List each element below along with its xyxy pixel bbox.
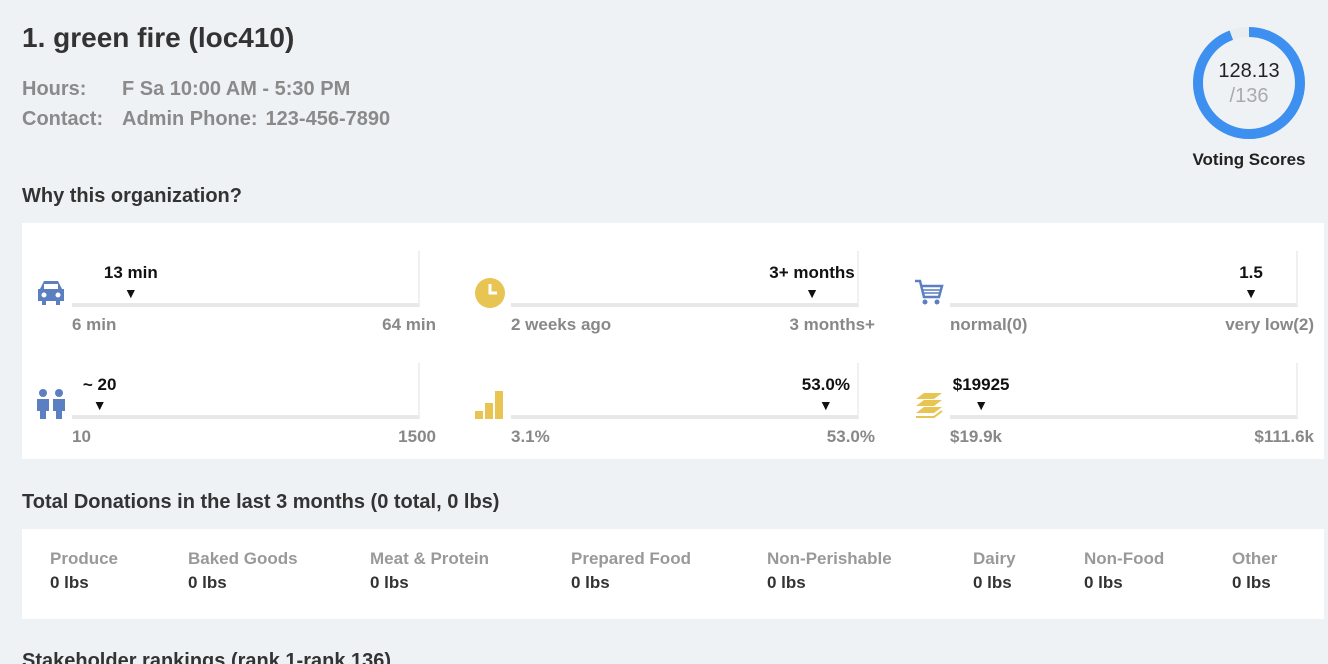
metric-low: 6 min [72, 315, 117, 334]
metric-value: 3+ months [769, 263, 855, 282]
metric-high: 3 months+ [789, 315, 876, 334]
metric-high: 64 min [382, 315, 436, 334]
metric-value: 13 min [103, 263, 158, 282]
clock-icon [473, 275, 507, 309]
metric-marker: ~ 20 ▼ [83, 375, 117, 413]
metric-food-access: 1.5 ▼ normal(0) very low(2) [900, 235, 1320, 335]
car-icon [34, 275, 68, 309]
donation-value: 0 lbs [1084, 573, 1123, 592]
donation-value: 0 lbs [188, 573, 227, 592]
hours-label: Hours: [22, 78, 87, 100]
donation-value: 0 lbs [370, 573, 409, 592]
metric-value: 53.0% [801, 375, 850, 394]
contact-phone: 123-456-7890 [265, 108, 391, 130]
score-value: 128.13 [1218, 60, 1280, 82]
bar-chart-icon [473, 387, 507, 421]
page-title: 1. green fire (loc410) [22, 22, 295, 53]
score-ring [1193, 27, 1305, 139]
metric-travel-time: 13 min ▼ 6 min 64 min [22, 235, 442, 335]
metric-last-donation: 3+ months ▼ 2 weeks ago 3 months+ [461, 235, 881, 335]
score-ring-progress [1193, 27, 1305, 139]
donation-non-perishable: Non-Perishable 0 lbs [767, 549, 892, 593]
metric-low: 2 weeks ago [511, 315, 612, 334]
metric-track: 13 min ▼ [72, 251, 420, 307]
donations-title: Total Donations in the last 3 months (0 … [22, 491, 500, 513]
donation-label: Dairy [973, 549, 1016, 568]
donation-other: Other 0 lbs [1232, 549, 1277, 593]
donation-label: Prepared Food [571, 549, 691, 568]
metric-high: very low(2) [1225, 315, 1314, 334]
donation-label: Meat & Protein [370, 549, 490, 568]
metric-track: 53.0% ▼ [511, 363, 859, 419]
donation-label: Non-Food [1084, 549, 1165, 568]
metric-value: $19925 [952, 375, 1010, 394]
why-title: Why this organization? [22, 185, 242, 207]
score-label: Voting Scores [1192, 150, 1306, 169]
hours-value: F Sa 10:00 AM - 5:30 PM [122, 78, 351, 100]
metrics-card: 13 min ▼ 6 min 64 min 3+ months ▼ 2 week… [22, 223, 1324, 459]
metric-track: 3+ months ▼ [511, 251, 859, 307]
hours-row: Hours: F Sa 10:00 AM - 5:30 PM [22, 78, 350, 101]
down-triangle-icon: ▼ [818, 397, 833, 413]
donation-baked-goods: Baked Goods 0 lbs [188, 549, 298, 593]
metric-low: 3.1% [511, 427, 550, 446]
metric-track: 1.5 ▼ [950, 251, 1298, 307]
metric-track: ~ 20 ▼ [72, 363, 420, 419]
down-triangle-icon: ▼ [805, 285, 819, 301]
donations-card: Produce 0 lbs Baked Goods 0 lbs Meat & P… [22, 529, 1324, 619]
donation-meat-protein: Meat & Protein 0 lbs [370, 549, 489, 593]
metric-value: 1.5 [1239, 263, 1263, 282]
down-triangle-icon: ▼ [123, 285, 138, 301]
donation-label: Produce [50, 549, 119, 568]
donation-label: Non-Perishable [767, 549, 892, 568]
contact-row: Contact: Admin Phone: 123-456-7890 [22, 108, 390, 131]
metric-low: 10 [72, 427, 91, 446]
down-triangle-icon: ▼ [92, 397, 107, 413]
contact-label: Contact: [22, 108, 104, 130]
contact-type: Admin Phone: [122, 108, 258, 130]
metric-value: ~ 20 [82, 375, 117, 394]
donation-produce: Produce 0 lbs [50, 549, 118, 593]
down-triangle-icon: ▼ [974, 397, 989, 413]
metric-track: $19925 ▼ [950, 363, 1298, 419]
cart-icon [912, 275, 946, 309]
metric-marker: 3+ months ▼ [769, 263, 855, 301]
metric-population: ~ 20 ▼ 10 1500 [22, 347, 442, 447]
donation-value: 0 lbs [767, 573, 806, 592]
donation-label: Baked Goods [188, 549, 298, 568]
metric-high: $111.6k [1254, 427, 1314, 446]
metric-marker: $19925 ▼ [953, 375, 1010, 413]
metric-marker: 13 min ▼ [104, 263, 158, 301]
donation-prepared-food: Prepared Food 0 lbs [571, 549, 691, 593]
donation-value: 0 lbs [50, 573, 89, 592]
donation-dairy: Dairy 0 lbs [973, 549, 1016, 593]
metric-income: $19925 ▼ $19.9k $111.6k [900, 347, 1320, 447]
money-stack-icon [912, 387, 946, 421]
metric-marker: 53.0% ▼ [802, 375, 850, 413]
score-max: /136 [1229, 85, 1269, 107]
donation-value: 0 lbs [1232, 573, 1271, 592]
stakeholder-title: Stakeholder rankings (rank 1-rank 136) [22, 650, 392, 664]
metric-low: normal(0) [950, 315, 1028, 334]
donation-non-food: Non-Food 0 lbs [1084, 549, 1164, 593]
metric-marker: 1.5 ▼ [1239, 263, 1263, 301]
metric-low: $19.9k [950, 427, 1002, 446]
donation-value: 0 lbs [571, 573, 610, 592]
donation-value: 0 lbs [973, 573, 1012, 592]
donation-label: Other [1232, 549, 1278, 568]
metric-high: 53.0% [826, 427, 875, 446]
voting-score-widget: 128.13 /136 Voting Scores [1190, 24, 1308, 170]
people-icon [34, 387, 68, 421]
metric-high: 1500 [398, 427, 436, 446]
metric-poverty-rate: 53.0% ▼ 3.1% 53.0% [461, 347, 881, 447]
down-triangle-icon: ▼ [1244, 285, 1258, 301]
